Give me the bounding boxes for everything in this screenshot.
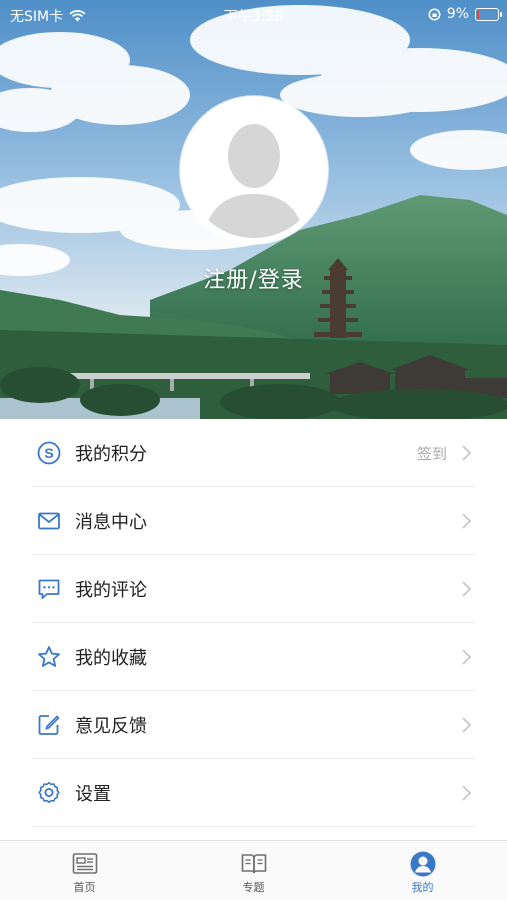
tab-label: 首页 [73, 881, 96, 894]
divider [32, 826, 475, 827]
register-login-link[interactable]: 注册/登录 [0, 262, 507, 294]
tab-mine[interactable]: 我的 [338, 841, 507, 900]
menu-item-label: 我的评论 [75, 580, 147, 601]
chevron-right-icon [462, 581, 472, 597]
menu-item-label: 意见反馈 [75, 716, 147, 737]
menu-item-label: 我的收藏 [75, 648, 147, 669]
menu-item-label: 我的积分 [75, 444, 147, 465]
tab-topics[interactable]: 专题 [169, 841, 338, 900]
menu-item-favorites[interactable]: 我的收藏 [0, 623, 507, 691]
menu-item-comments[interactable]: 我的评论 [0, 555, 507, 623]
star-icon [38, 646, 60, 667]
menu-item-messages[interactable]: 消息中心 [0, 487, 507, 555]
points-icon: S [37, 441, 61, 465]
svg-text:S: S [44, 445, 53, 461]
menu-item-label: 设置 [75, 784, 111, 805]
menu-item-label: 消息中心 [75, 512, 147, 533]
book-icon [241, 854, 266, 874]
chevron-right-icon [462, 717, 472, 733]
bottom-tab-bar: 首页 专题 我的 [0, 840, 507, 900]
chevron-right-icon [462, 513, 472, 529]
mail-icon [38, 512, 60, 530]
orientation-lock-icon [428, 8, 441, 20]
profile-banner: 无SIM卡 下午3:58 9% 注册/登录 [0, 0, 507, 419]
chevron-right-icon [462, 649, 472, 665]
battery-icon [475, 7, 502, 21]
comment-icon [38, 579, 60, 599]
user-icon [410, 851, 435, 877]
checkin-label[interactable]: 签到 [417, 443, 447, 464]
tab-home[interactable]: 首页 [0, 841, 169, 900]
tab-label: 专题 [242, 881, 265, 894]
avatar[interactable] [180, 96, 328, 244]
chevron-right-icon [462, 445, 472, 461]
tab-label: 我的 [411, 881, 434, 894]
status-bar: 无SIM卡 下午3:58 9% [0, 0, 507, 30]
edit-icon [38, 715, 60, 735]
default-avatar-icon [204, 124, 304, 238]
battery-percent: 9% [446, 6, 469, 22]
chevron-right-icon [462, 785, 472, 801]
news-icon [72, 853, 97, 874]
menu-list: S 我的积分 签到 消息中心 我的评论 我的收藏 意见反馈 设置 [0, 419, 507, 827]
menu-item-settings[interactable]: 设置 [0, 759, 507, 827]
menu-item-feedback[interactable]: 意见反馈 [0, 691, 507, 759]
settings-icon [38, 782, 60, 803]
menu-item-points[interactable]: S 我的积分 签到 [0, 419, 507, 487]
